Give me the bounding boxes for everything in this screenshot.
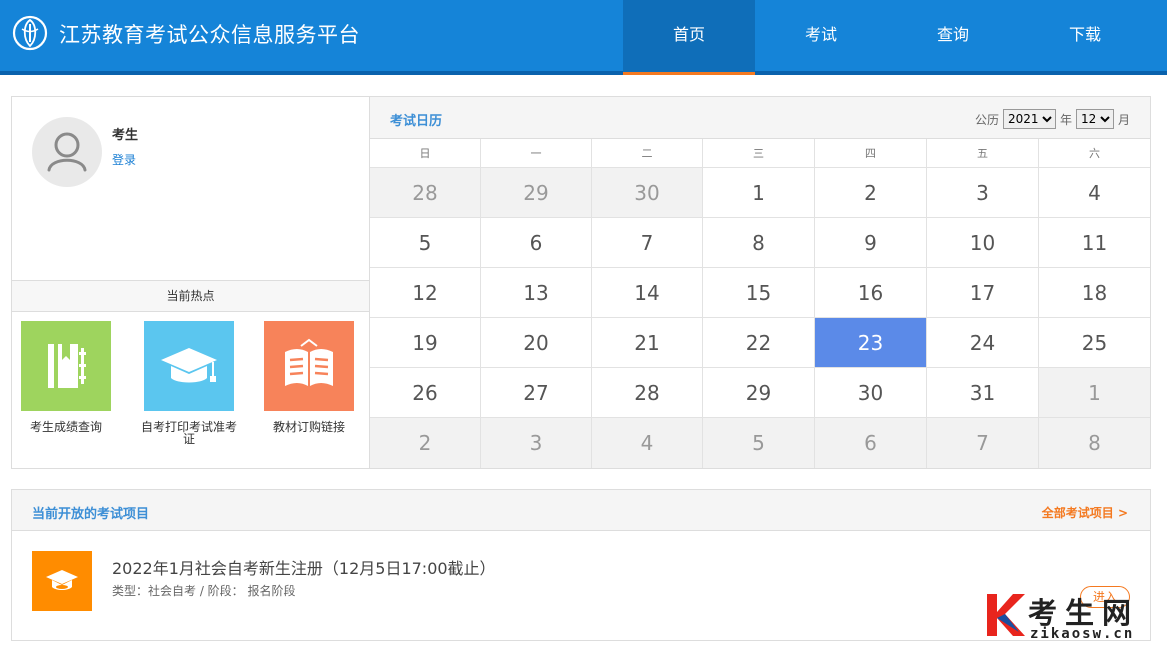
calendar-day[interactable]: 25 [1039, 318, 1150, 368]
weekday-header: 一 [481, 139, 592, 168]
nav-download[interactable]: 下载 [1019, 0, 1151, 71]
hot-item-score-query[interactable]: 考生成绩查询 [16, 321, 116, 433]
notebook-icon [21, 321, 111, 411]
calendar-day[interactable]: 12 [370, 268, 481, 318]
calendar-day[interactable]: 7 [592, 218, 703, 268]
hot-item-label: 自考打印考试准考证 [140, 420, 237, 446]
exam-calendar: 考试日历 公历 2021 年 12 月 日 一 二 三 四 五 六 28 29 30… [369, 96, 1151, 469]
calendar-day[interactable]: 16 [815, 268, 927, 318]
avatar [32, 117, 102, 187]
calendar-day[interactable]: 29 [703, 368, 815, 418]
weekday-header: 五 [927, 139, 1039, 168]
month-select[interactable]: 12 [1075, 109, 1114, 129]
weekday-header: 二 [592, 139, 703, 168]
projects-title: 当前开放的考试项目 [32, 507, 150, 522]
nav-query[interactable]: 查询 [887, 0, 1019, 71]
user-panel: 考生 登录 当前热点 考生成绩查询 自考打印考试准考证 教材订购链接 [11, 96, 370, 469]
weekday-header: 三 [703, 139, 815, 168]
calendar-day[interactable]: 26 [370, 368, 481, 418]
top-header: 江苏教育考试公众信息服务平台 首页 考试 查询 下载 [0, 0, 1167, 75]
calendar-day[interactable]: 28 [370, 168, 481, 218]
calendar-day[interactable]: 5 [703, 418, 815, 468]
nav-exam[interactable]: 考试 [755, 0, 887, 71]
calendar-day[interactable]: 11 [1039, 218, 1150, 268]
calendar-header: 考试日历 公历 2021 年 12 月 [370, 97, 1150, 139]
graduation-cap-icon [32, 551, 92, 611]
calendar-day[interactable]: 10 [927, 218, 1039, 268]
calendar-day[interactable]: 1 [1039, 368, 1150, 418]
calendar-day[interactable]: 2 [815, 168, 927, 218]
calendar-day[interactable]: 6 [481, 218, 592, 268]
calendar-day[interactable]: 17 [927, 268, 1039, 318]
login-link[interactable]: 登录 [112, 151, 136, 168]
calendar-day[interactable]: 3 [481, 418, 592, 468]
calendar-day[interactable]: 27 [481, 368, 592, 418]
hot-item-label: 考生成绩查询 [29, 420, 102, 434]
hot-topics-title: 当前热点 [12, 280, 369, 312]
calendar-grid: 日 一 二 三 四 五 六 28 29 30 1 2 3 4 5 6 7 8 9 10 11 12 13 14 1… [370, 139, 1150, 468]
brand-k-logo-icon [987, 594, 1025, 636]
calendar-day[interactable]: 8 [1039, 418, 1150, 468]
user-name: 考生 [112, 128, 139, 143]
calendar-day[interactable]: 22 [703, 318, 815, 368]
calendar-day[interactable]: 1 [703, 168, 815, 218]
user-icon [47, 132, 87, 172]
calendar-day[interactable]: 20 [481, 318, 592, 368]
main-nav: 首页 考试 查询 下载 [623, 0, 1151, 75]
calendar-day[interactable]: 4 [592, 418, 703, 468]
brand-url: zikaosw.cn [1030, 626, 1135, 642]
calendar-day[interactable]: 28 [592, 368, 703, 418]
calendar-day[interactable]: 3 [927, 168, 1039, 218]
calendar-day[interactable]: 21 [592, 318, 703, 368]
weekday-header: 日 [370, 139, 481, 168]
logo-icon [12, 15, 48, 51]
weekday-header: 六 [1039, 139, 1150, 168]
hot-item-label: 教材订购链接 [272, 420, 345, 434]
calendar-day[interactable]: 14 [592, 268, 703, 318]
project-name[interactable]: 2022年1月社会自考新生注册（12月5日17:00截止） [112, 555, 496, 579]
calendar-day[interactable]: 31 [927, 368, 1039, 418]
calendar-day[interactable]: 29 [481, 168, 592, 218]
calendar-day[interactable]: 9 [815, 218, 927, 268]
calendar-day[interactable]: 6 [815, 418, 927, 468]
calendar-day[interactable]: 2 [370, 418, 481, 468]
calendar-day[interactable]: 13 [481, 268, 592, 318]
calendar-day-today[interactable]: 23 [815, 318, 927, 368]
calendar-type-label: 公历 [974, 112, 999, 127]
month-suffix: 月 [1117, 112, 1130, 127]
calendar-day[interactable]: 18 [1039, 268, 1150, 318]
calendar-day[interactable]: 30 [592, 168, 703, 218]
calendar-day[interactable]: 8 [703, 218, 815, 268]
year-select[interactable]: 2021 [1002, 109, 1056, 129]
projects-header: 当前开放的考试项目 全部考试项目 > [12, 490, 1150, 531]
calendar-day[interactable]: 15 [703, 268, 815, 318]
calendar-day[interactable]: 5 [370, 218, 481, 268]
calendar-controls: 公历 2021 年 12 月 [975, 109, 1130, 129]
site-title: 江苏教育考试公众信息服务平台 [59, 23, 360, 47]
calendar-day[interactable]: 4 [1039, 168, 1150, 218]
calendar-day[interactable]: 19 [370, 318, 481, 368]
calendar-day[interactable]: 24 [927, 318, 1039, 368]
all-projects-link[interactable]: 全部考试项目 > [1042, 504, 1128, 521]
nav-home[interactable]: 首页 [623, 0, 755, 75]
graduation-cap-icon [144, 321, 234, 411]
project-meta: 类型：社会自考 / 阶段： 报名阶段 [112, 584, 296, 598]
year-suffix: 年 [1059, 112, 1072, 127]
calendar-title: 考试日历 [390, 114, 443, 129]
hot-item-admission-ticket[interactable]: 自考打印考试准考证 [138, 321, 240, 445]
open-exam-projects: 当前开放的考试项目 全部考试项目 > 2022年1月社会自考新生注册（12月5日… [11, 489, 1151, 641]
hot-item-textbook-order[interactable]: 教材订购链接 [259, 321, 359, 433]
weekday-header: 四 [815, 139, 927, 168]
open-book-icon [264, 321, 354, 411]
brand-watermark: 考生网 zikaosw.cn [985, 590, 1160, 645]
calendar-day[interactable]: 30 [815, 368, 927, 418]
calendar-day[interactable]: 7 [927, 418, 1039, 468]
